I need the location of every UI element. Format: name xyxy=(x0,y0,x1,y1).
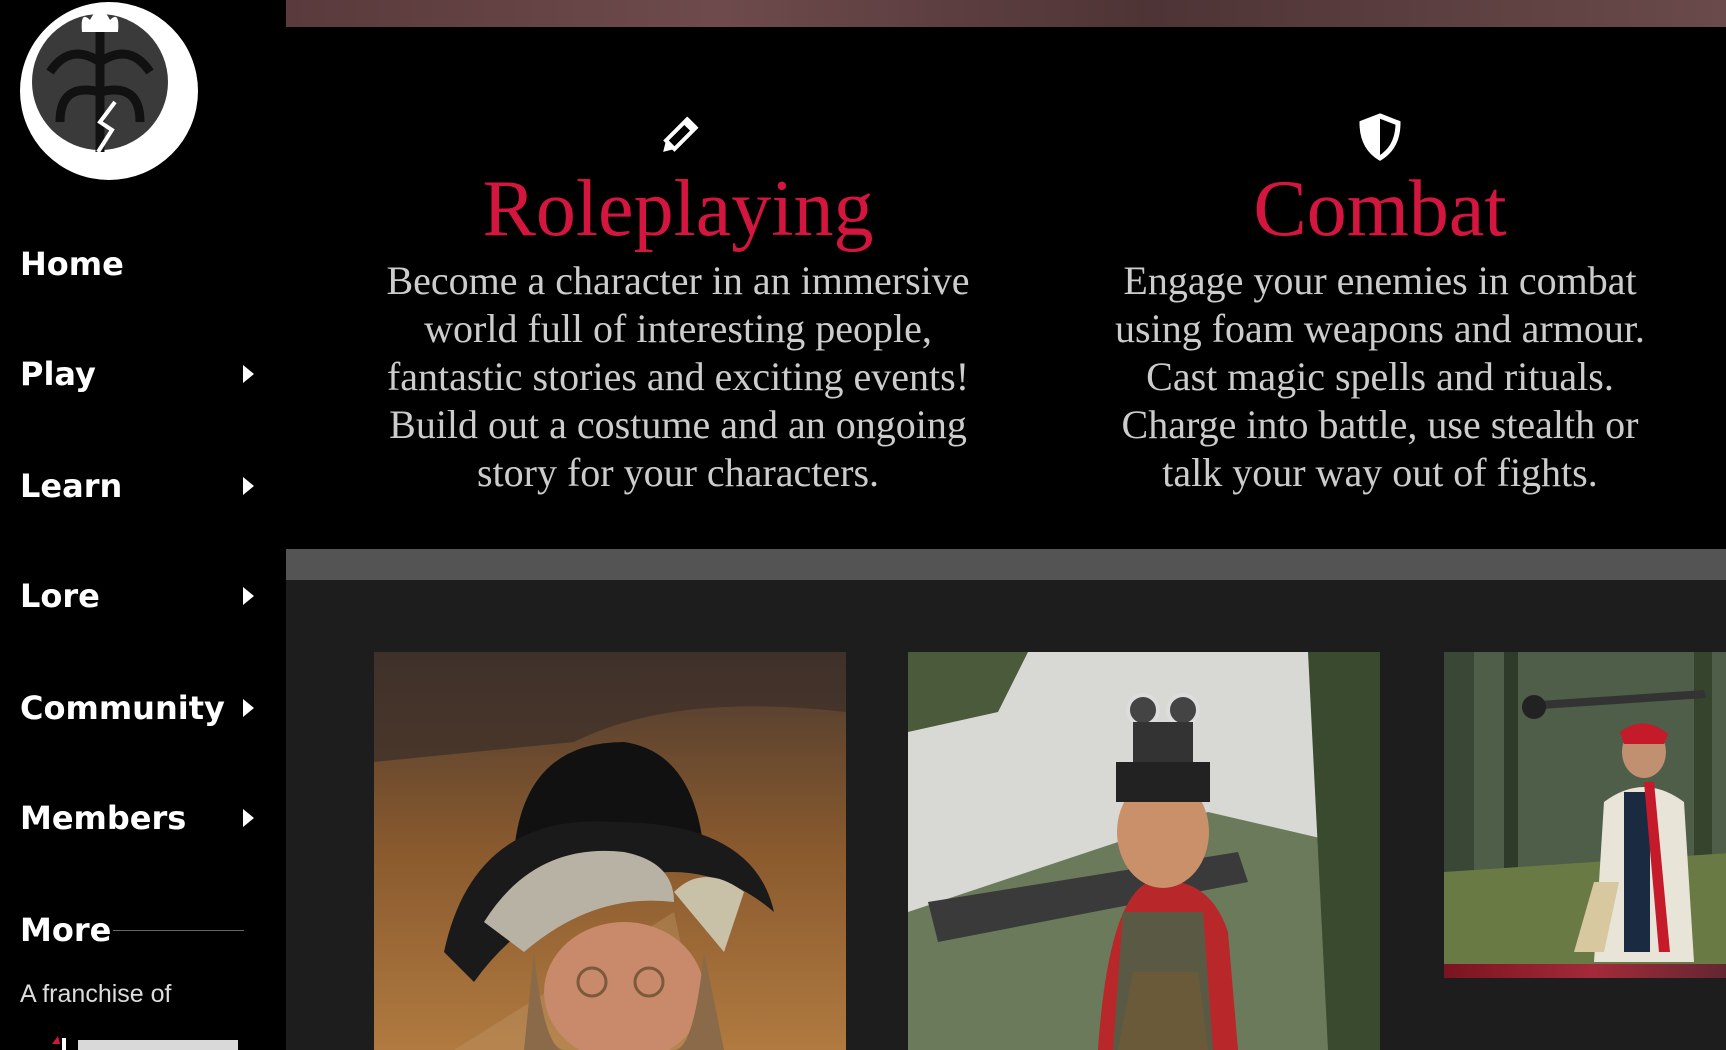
nav-item-play[interactable]: Play xyxy=(20,344,260,404)
nav-label: Lore xyxy=(20,577,100,615)
hero-image xyxy=(286,0,1726,27)
photo-gallery xyxy=(286,580,1726,1050)
pencil-icon xyxy=(663,116,699,152)
franchise-logo[interactable] xyxy=(48,1034,248,1050)
feature-roleplaying: Roleplaying Become a character in an imm… xyxy=(358,107,998,497)
nav-item-learn[interactable]: Learn xyxy=(20,456,260,516)
photo-caption-bar xyxy=(1444,964,1726,978)
text-line: Cast magic spells and rituals. xyxy=(1146,354,1614,399)
shield-icon xyxy=(1359,113,1401,161)
nav-item-home[interactable]: Home xyxy=(20,234,260,294)
franchise-text: A franchise of xyxy=(20,980,172,1008)
text-line: world full of interesting people, xyxy=(424,306,932,351)
text-line: story for your characters. xyxy=(476,450,880,495)
text-line: talk your way out of fights. xyxy=(1162,450,1598,495)
gallery-photo-steampunk[interactable] xyxy=(908,652,1380,1050)
caret-right-icon xyxy=(243,587,254,605)
feature-combat: Combat Engage your enemies in combat usi… xyxy=(1060,107,1700,497)
caret-right-icon xyxy=(243,477,254,495)
feature-description: Become a character in an immersive world… xyxy=(358,257,998,497)
text-line: Charge into battle, use stealth or xyxy=(1121,402,1639,447)
text-line: Become a character in an immersive xyxy=(386,258,970,303)
sidebar: Home Play Learn Lore Community Members M… xyxy=(0,0,286,1050)
nav-item-community[interactable]: Community xyxy=(20,678,260,738)
feature-title: Combat xyxy=(1253,165,1507,253)
text-line: Engage your enemies in combat xyxy=(1123,258,1637,303)
nav-label: Home xyxy=(20,245,124,283)
caret-right-icon xyxy=(243,365,254,383)
text-line: using foam weapons and armour. xyxy=(1115,306,1645,351)
divider xyxy=(113,929,244,931)
nav-label: Community xyxy=(20,689,225,727)
nav-label: Members xyxy=(20,799,187,837)
site-logo[interactable] xyxy=(20,2,198,180)
gallery-photo-pirate[interactable] xyxy=(1444,652,1726,964)
nav-item-lore[interactable]: Lore xyxy=(20,566,260,626)
more-section-header: More xyxy=(20,910,244,950)
text-line: Build out a costume and an ongoing xyxy=(389,402,967,447)
caret-right-icon xyxy=(243,699,254,717)
caret-right-icon xyxy=(243,809,254,827)
nav-item-members[interactable]: Members xyxy=(20,788,260,848)
text-line: fantastic stories and exciting events! xyxy=(386,354,970,399)
features-section: Roleplaying Become a character in an imm… xyxy=(286,27,1726,549)
nav-label: Play xyxy=(20,355,96,393)
feature-description: Engage your enemies in combat using foam… xyxy=(1060,257,1700,497)
gallery-photo-hat[interactable] xyxy=(374,652,846,1050)
nav-label: Learn xyxy=(20,467,123,505)
more-label: More xyxy=(20,911,112,949)
section-divider xyxy=(286,549,1726,580)
feature-title: Roleplaying xyxy=(482,165,874,253)
